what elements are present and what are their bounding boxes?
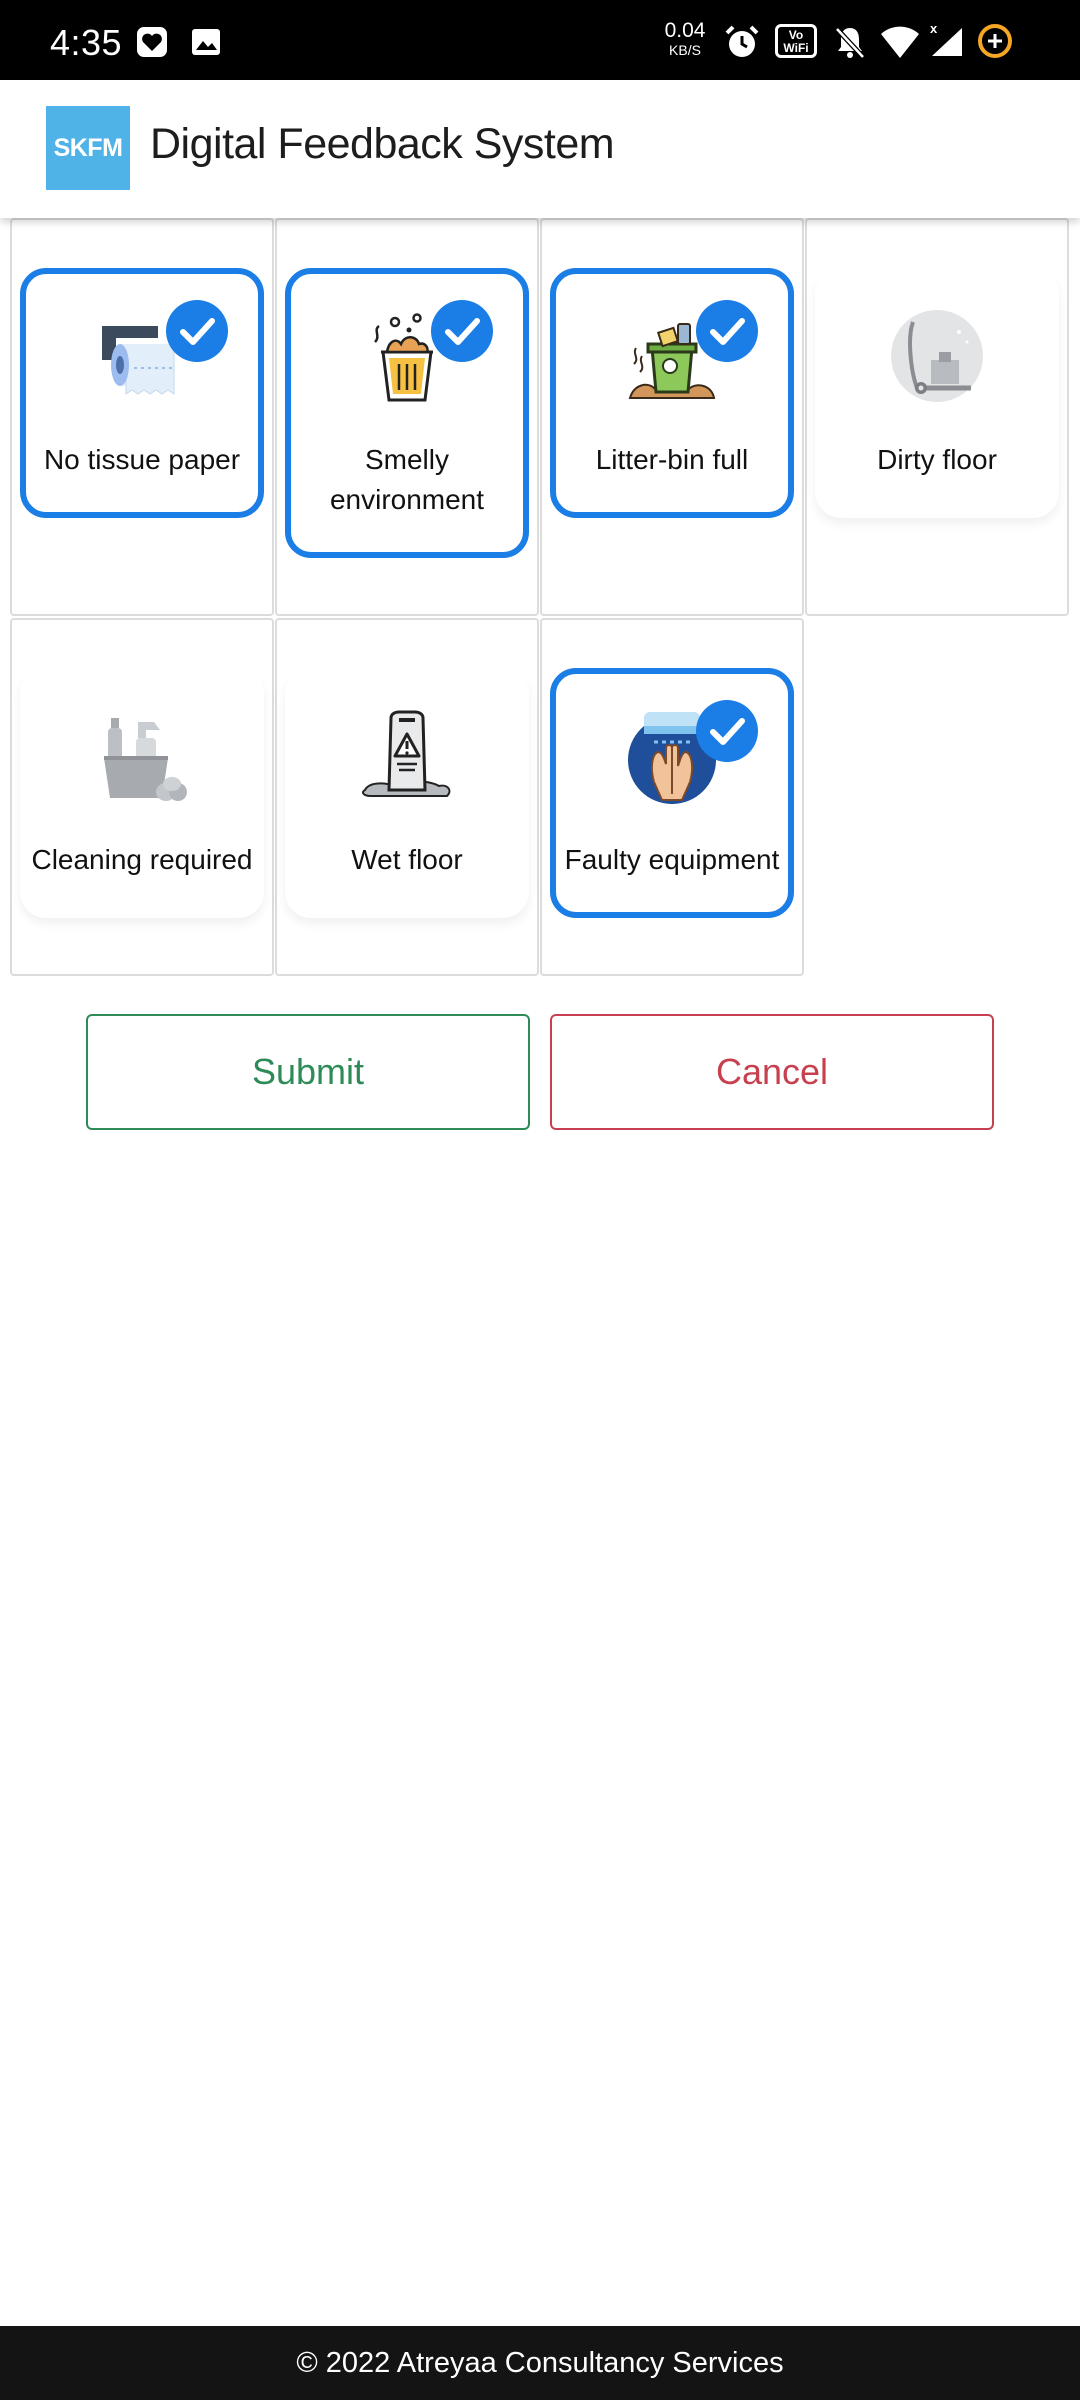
network-speed: 0.04 KB/S (660, 20, 710, 57)
vowifi-bottom-text: WiFi (783, 41, 809, 55)
option-cell-dirty-floor: Dirty floor (805, 218, 1069, 616)
option-label: Litter-bin full (595, 444, 749, 475)
vowifi-icon: Vo WiFi (775, 24, 817, 58)
selected-check-icon (166, 300, 228, 362)
image-notification-icon (192, 29, 220, 55)
option-card-wet-floor[interactable]: Wet floor (285, 668, 529, 918)
network-speed-unit: KB/S (669, 42, 701, 58)
option-cell-faulty-equipment: Faulty equipment (540, 618, 804, 976)
submit-button[interactable]: Submit (86, 1014, 530, 1130)
option-card-faulty-equipment[interactable]: Faulty equipment (550, 668, 794, 918)
option-label: Cleaning required (31, 844, 253, 875)
wifi-icon (881, 26, 919, 58)
cancel-button[interactable]: Cancel (550, 1014, 994, 1130)
network-speed-value: 0.04 (664, 19, 706, 42)
option-cell-smelly-environment: Smelly environment (275, 218, 539, 616)
option-cell-no-tissue-paper: No tissue paper (10, 218, 274, 616)
footer-copyright: © 2022 Atreyaa Consultancy Services (0, 2326, 1080, 2400)
app-title: Digital Feedback System (150, 120, 615, 168)
option-card-litter-bin-full[interactable]: Litter-bin full (550, 268, 794, 518)
cleaning-supplies-icon (104, 718, 187, 801)
option-label: Dirty floor (877, 444, 997, 475)
app-logo: SKFM (46, 106, 130, 190)
option-label: No tissue paper (43, 444, 241, 475)
option-card-cleaning-required[interactable]: Cleaning required (20, 668, 264, 918)
selected-check-icon (696, 300, 758, 362)
option-label: Wet floor (351, 844, 463, 875)
svg-text:x: x (930, 22, 938, 36)
cellular-signal-icon: x (930, 22, 962, 56)
option-card-smelly-environment[interactable]: Smelly environment (285, 268, 529, 558)
option-cell-cleaning-required: Cleaning required (10, 618, 274, 976)
vowifi-top-text: Vo (788, 28, 804, 42)
option-card-no-tissue-paper[interactable]: No tissue paper (20, 268, 264, 518)
bell-muted-icon (835, 27, 865, 59)
option-label: Smelly environment (329, 444, 485, 515)
selected-check-icon (696, 700, 758, 762)
status-time: 4:35 (50, 22, 123, 63)
heart-notification-icon (137, 27, 167, 57)
option-cell-wet-floor: Wet floor (275, 618, 539, 976)
alarm-icon (725, 25, 759, 57)
wet-floor-sign-icon (362, 710, 451, 797)
app-bar: SKFM Digital Feedback System (0, 80, 1080, 218)
status-bar: 4:35 0.04 KB/S Vo WiFi x (0, 0, 1080, 80)
option-cell-litter-bin-full: Litter-bin full (540, 218, 804, 616)
floor-mop-icon (891, 310, 983, 402)
option-card-dirty-floor[interactable]: Dirty floor (815, 268, 1059, 518)
battery-saver-icon (978, 24, 1012, 58)
option-label: Faulty equipment (564, 844, 780, 875)
selected-check-icon (431, 300, 493, 362)
